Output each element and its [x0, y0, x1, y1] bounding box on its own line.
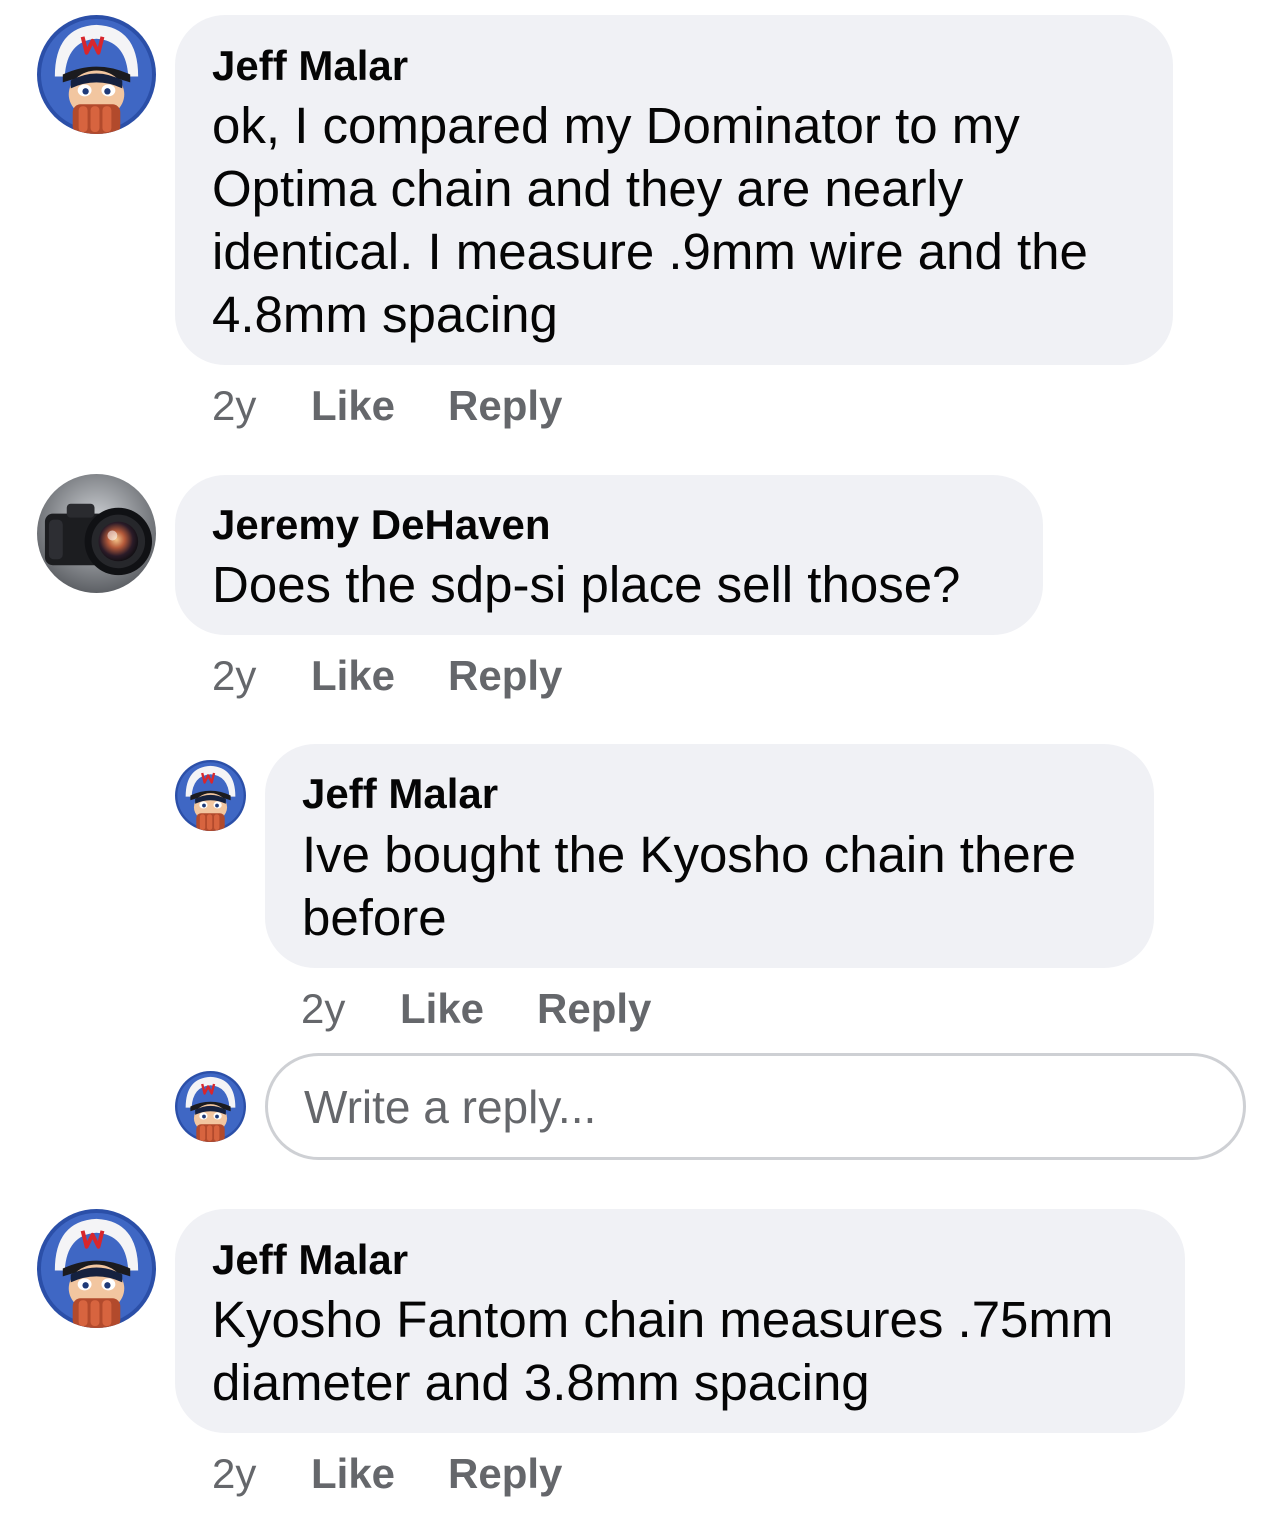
comment-text: Ive bought the Kyosho chain there before [302, 823, 1142, 949]
comment-text-line: identical. I measure .9mm wire and the [212, 223, 1088, 280]
avatar[interactable] [37, 474, 156, 593]
like-button[interactable]: Like [311, 1449, 395, 1499]
speed-racer-avatar-icon [37, 1209, 156, 1328]
reply-button[interactable]: Reply [537, 984, 651, 1034]
camera-avatar-icon [37, 474, 156, 593]
speed-racer-avatar-icon [175, 1071, 246, 1142]
comment-author[interactable]: Jeff Malar [302, 769, 498, 819]
comment-text-line: Kyosho Fantom chain measures .75mm [212, 1291, 1114, 1348]
reply-button[interactable]: Reply [448, 1449, 562, 1499]
comment-timestamp[interactable]: 2y [301, 984, 345, 1034]
avatar[interactable] [37, 15, 156, 134]
comment-bubble: Jeff Malar ok, I compared my Dominator t… [175, 15, 1173, 365]
comment-text-line: before [302, 889, 447, 946]
comment-text-line: ok, I compared my Dominator to my [212, 97, 1020, 154]
reply-bubble: Jeff Malar Ive bought the Kyosho chain t… [265, 744, 1154, 968]
comment-author[interactable]: Jeff Malar [212, 41, 408, 91]
comment-text-line: Does the sdp-si place sell those? [212, 556, 961, 613]
like-button[interactable]: Like [311, 381, 395, 431]
comment-bubble: Jeremy DeHaven Does the sdp-si place sel… [175, 475, 1043, 635]
comment-timestamp[interactable]: 2y [212, 651, 256, 701]
comment-text-line: Ive bought the Kyosho chain there [302, 826, 1077, 883]
reply-button[interactable]: Reply [448, 381, 562, 431]
comment-author[interactable]: Jeff Malar [212, 1235, 408, 1285]
avatar[interactable] [175, 1071, 246, 1142]
comment-text-line: Optima chain and they are nearly [212, 160, 964, 217]
comment-text-line: diameter and 3.8mm spacing [212, 1354, 870, 1411]
avatar[interactable] [37, 1209, 156, 1328]
like-button[interactable]: Like [311, 651, 395, 701]
comment-text: Does the sdp-si place sell those? [212, 553, 1032, 616]
comment-text: Kyosho Fantom chain measures .75mm diame… [212, 1288, 1172, 1414]
like-button[interactable]: Like [400, 984, 484, 1034]
speed-racer-avatar-icon [175, 760, 246, 831]
comment-text-line: 4.8mm spacing [212, 286, 558, 343]
speed-racer-avatar-icon [37, 15, 156, 134]
avatar[interactable] [175, 760, 246, 831]
reply-input[interactable] [265, 1053, 1246, 1160]
comment-author[interactable]: Jeremy DeHaven [212, 500, 551, 550]
comment-timestamp[interactable]: 2y [212, 381, 256, 431]
comment-timestamp[interactable]: 2y [212, 1449, 256, 1499]
comment-bubble: Jeff Malar Kyosho Fantom chain measures … [175, 1209, 1185, 1433]
comment-text: ok, I compared my Dominator to my Optima… [212, 94, 1152, 346]
reply-button[interactable]: Reply [448, 651, 562, 701]
